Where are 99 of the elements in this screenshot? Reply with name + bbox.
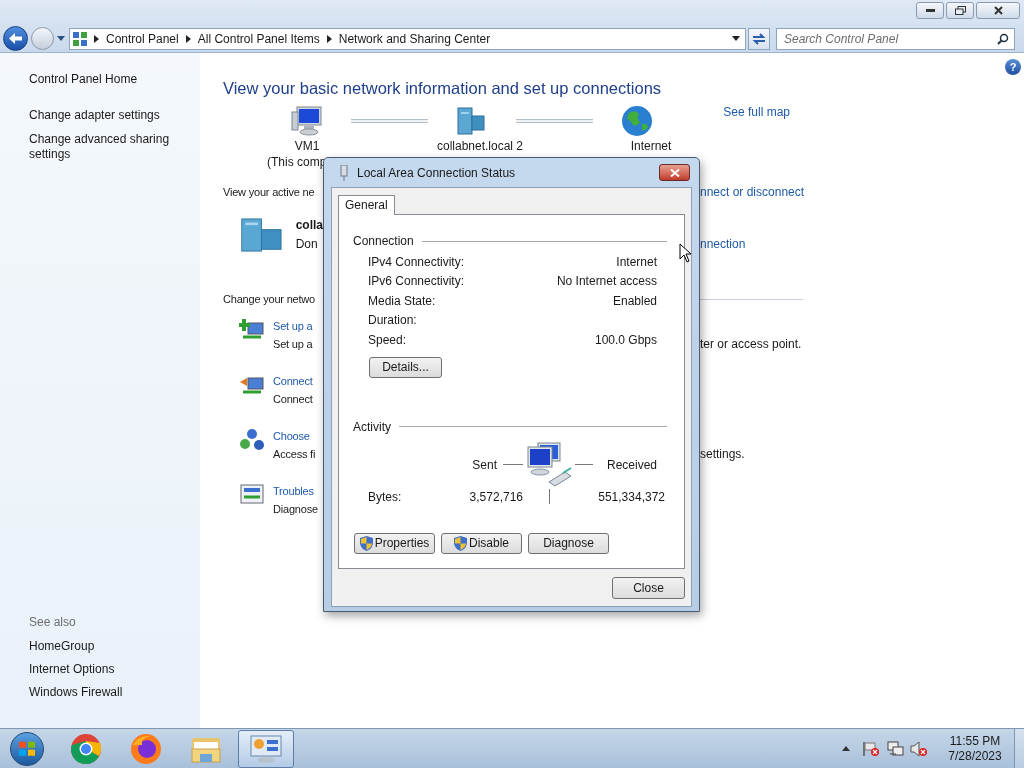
- field-label: IPv6 Connectivity:: [368, 273, 465, 291]
- breadcrumb[interactable]: Network and Sharing Center: [338, 29, 491, 48]
- dialog-close-action[interactable]: Close: [612, 577, 685, 599]
- restore-button[interactable]: [946, 2, 974, 19]
- windows-logo-icon: [18, 739, 36, 758]
- bytes-sent: 3,572,716: [468, 488, 523, 506]
- field-label: Speed:: [368, 331, 407, 349]
- action-button[interactable]: Properties: [354, 532, 435, 554]
- close-icon: [669, 168, 680, 177]
- field-value: Enabled: [612, 292, 657, 310]
- globe-icon: [621, 105, 654, 137]
- search-field[interactable]: Search Control Panel: [784, 29, 997, 48]
- field-label: IPv4 Connectivity:: [368, 253, 465, 271]
- received-label: Received: [607, 456, 658, 474]
- help-button[interactable]: ?: [1005, 59, 1021, 75]
- firefox-icon: [130, 732, 162, 765]
- back-button[interactable]: [3, 26, 28, 51]
- task-description: Connect: [273, 391, 313, 407]
- network-icon: [240, 215, 285, 255]
- task-description: Set up a: [273, 336, 313, 352]
- task-link[interactable]: Set up a: [273, 316, 313, 335]
- field-label: Bytes:: [368, 488, 403, 506]
- sidebar-link[interactable]: Control Panel Home: [29, 72, 190, 87]
- flag-error-icon[interactable]: [862, 740, 880, 757]
- sidebar-link[interactable]: HomeGroup: [29, 639, 190, 654]
- show-hidden-icons-icon[interactable]: [842, 746, 850, 751]
- control-panel-icon: [249, 733, 283, 764]
- restore-icon: [954, 6, 966, 15]
- sidebar-link[interactable]: Internet Options: [29, 662, 190, 677]
- dropdown-caret-icon[interactable]: [732, 36, 740, 41]
- search-icon: [997, 32, 1009, 45]
- close-button[interactable]: [976, 2, 1020, 19]
- shield-icon: [359, 535, 373, 551]
- computer-icon: [291, 106, 323, 136]
- field-value: 100.0 Gbps: [594, 331, 657, 349]
- homegroup-icon: [239, 427, 265, 452]
- address-bar[interactable]: Control Panel All Control Panel Items Network and Sharing Center: [69, 27, 746, 50]
- separator-icon: [326, 34, 332, 43]
- network-type: Don: [295, 236, 319, 253]
- sidebar-link[interactable]: Change advanced sharing settings: [29, 132, 190, 162]
- network-status-icon[interactable]: [886, 740, 904, 757]
- field-label: Duration:: [368, 312, 417, 330]
- close-icon: [993, 6, 1003, 15]
- task-link[interactable]: Troubles: [273, 481, 318, 500]
- task-description: Access fi: [273, 446, 316, 462]
- refresh-icon: [752, 32, 766, 45]
- see-also-heading: See also: [29, 614, 77, 631]
- shield-icon: [454, 535, 467, 551]
- back-arrow-icon: [9, 33, 22, 44]
- node-label: collabnet.local 2: [435, 138, 525, 154]
- task-description: Diagnose: [273, 501, 318, 517]
- task-link[interactable]: Connect: [273, 371, 313, 390]
- minimize-button[interactable]: [916, 2, 944, 19]
- group-heading: Activity: [353, 418, 391, 436]
- taskbar-app[interactable]: [238, 729, 294, 768]
- network-adapter-icon: [339, 164, 349, 181]
- section-label: Change your netwo: [223, 292, 316, 307]
- field-label: Media State:: [368, 292, 436, 310]
- minimize-icon: [925, 9, 935, 12]
- sidebar-link[interactable]: Change adapter settings: [29, 108, 190, 123]
- dialog-close-button[interactable]: [659, 164, 690, 181]
- node-label: VM1: [293, 138, 321, 154]
- task-description: settings.: [700, 445, 746, 463]
- network-name: colla: [295, 217, 323, 234]
- separator-icon: [185, 34, 191, 43]
- sent-label: Sent: [472, 456, 497, 474]
- breadcrumb[interactable]: Control Panel: [106, 29, 179, 48]
- node-label: Internet: [629, 138, 673, 154]
- connection-link[interactable]: nnection: [700, 236, 810, 253]
- see-full-map-link[interactable]: See full map: [723, 103, 790, 121]
- start-button[interactable]: [10, 731, 44, 766]
- network-activity-icon: [525, 441, 573, 488]
- sidebar-link[interactable]: Windows Firewall: [29, 685, 190, 700]
- task-link[interactable]: Choose: [273, 426, 316, 445]
- section-label: View your active ne: [223, 184, 316, 200]
- dialog-tab[interactable]: General: [338, 195, 395, 215]
- control-panel-icon: [73, 31, 87, 46]
- details-button[interactable]: Details...: [369, 356, 442, 378]
- refresh-button[interactable]: [748, 27, 770, 50]
- history-caret-icon[interactable]: [57, 36, 65, 41]
- speaker-muted-icon[interactable]: [910, 740, 928, 757]
- action-button[interactable]: Disable: [441, 532, 522, 554]
- dialog-title: Local Area Connection Status: [357, 164, 516, 182]
- action-button[interactable]: Diagnose: [528, 532, 609, 554]
- task-description: ter or access point.: [700, 335, 803, 353]
- clock-date[interactable]: 7/28/2023: [948, 748, 1002, 764]
- bytes-received: 551,334,372: [597, 488, 665, 506]
- clock-time[interactable]: 11:55 PM: [949, 733, 1001, 749]
- troubleshoot-icon: [239, 482, 265, 507]
- connect-link[interactable]: nnect or disconnect: [700, 183, 810, 201]
- add-network-icon: [239, 317, 265, 342]
- page-heading: View your basic network information and set up connections: [223, 78, 663, 98]
- separator-icon: [94, 34, 99, 43]
- group-heading: Connection: [353, 233, 414, 250]
- field-value: No Internet access: [556, 273, 657, 291]
- chrome-icon: [70, 732, 102, 765]
- field-value: Internet: [616, 253, 657, 271]
- breadcrumb[interactable]: All Control Panel Items: [197, 29, 320, 48]
- search-box[interactable]: Search Control Panel: [776, 27, 1015, 50]
